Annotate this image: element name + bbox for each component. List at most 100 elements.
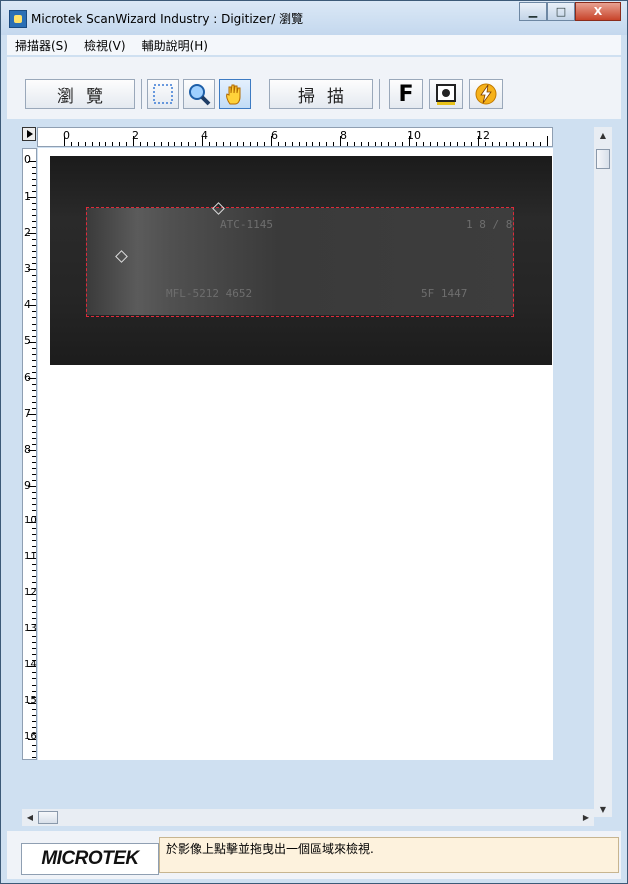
ruler-tick [188,142,190,146]
ruler-tick [28,305,36,307]
ruler-tick [32,251,36,253]
ruler-tick [547,136,548,146]
ruler-tick [505,142,507,146]
ruler-tick [526,142,528,146]
filter-label: F [398,81,414,107]
ruler-tick [409,136,410,146]
ruler-tick [533,142,535,146]
ruler-label: 5 [24,334,31,347]
ruler-tick [208,142,210,146]
ruler-tick [32,359,36,361]
filter-button[interactable]: F [389,79,423,109]
ruler-label: 6 [271,129,278,142]
ruler-tick [32,455,36,457]
vertical-ruler: 0 1 2 3 4 5 6 7 8 9 10 11 12 13 14 15 16 [22,148,37,760]
ruler-tick [32,281,36,283]
scroll-left-icon[interactable]: ◀ [22,809,38,826]
ruler-tick [32,461,36,463]
ruler-tick [519,142,521,146]
ruler-tick [491,142,493,146]
ruler-tick [32,263,36,265]
ruler-tick [346,142,348,146]
ruler-tick [277,142,279,146]
ruler-tick [195,142,197,146]
ruler-tick [32,365,36,367]
toolbar-divider [379,79,380,109]
ruler-tick [32,275,36,277]
hand-tool-button[interactable] [219,79,251,109]
ruler-tick [153,142,155,146]
vertical-scroll-thumb[interactable] [596,149,610,169]
title-bar[interactable]: Microtek ScanWizard Industry : Digitizer… [1,1,627,35]
menu-scanner[interactable]: 掃描器(S) [7,37,76,54]
ruler-tick [119,142,121,146]
zoom-tool-button[interactable] [183,79,215,109]
ruler-tick [28,233,36,235]
ruler-tick [478,136,479,146]
ruler-tick [28,449,36,451]
menu-view[interactable]: 檢視(V) [76,37,134,54]
ruler-tick [32,534,36,535]
ruler-tick [32,287,36,289]
ruler-unit-button[interactable] [22,127,36,141]
ruler-tick [28,702,36,704]
ruler-tick [32,389,36,391]
menu-help[interactable]: 輔助說明(H) [134,37,216,54]
ruler-tick [319,142,321,146]
ruler-tick [28,485,36,487]
horizontal-scrollbar[interactable]: ◀ ▶ [22,809,594,826]
ruler-tick [264,142,266,146]
horizontal-scroll-thumb[interactable] [38,811,58,824]
vertical-scrollbar[interactable]: ▲ ▼ [594,127,612,817]
ruler-tick [32,335,36,337]
scroll-down-icon[interactable]: ▼ [594,801,612,817]
ruler-tick [202,136,203,146]
ruler-tick [32,714,36,716]
ruler-tick [381,142,383,146]
ruler-tick [236,142,238,146]
ruler-tick [28,738,36,740]
ruler-tick [32,546,36,548]
ruler-tick [28,269,36,271]
quick-scan-button[interactable] [469,79,503,109]
marquee-icon [153,84,173,104]
scan-button[interactable]: 掃描 [269,79,373,109]
ruler-tick [291,142,293,146]
ruler-tick [32,353,36,355]
ruler-tick [32,425,36,427]
selection-marquee[interactable] [86,202,514,317]
status-message: 於影像上點擊並拖曳出一個區域來檢視. [159,837,619,873]
ruler-tick [215,142,217,146]
settings-button[interactable] [429,79,463,109]
ruler-tick [28,594,36,596]
close-button[interactable]: X [575,2,621,21]
ruler-tick [32,407,36,409]
ruler-tick [32,552,36,554]
scroll-up-icon[interactable]: ▲ [594,127,612,143]
ruler-tick [360,142,362,146]
ruler-tick [32,191,36,193]
ruler-tick [353,142,355,146]
ruler-tick [28,413,36,415]
ruler-tick [70,142,72,146]
ruler-tick [450,142,452,146]
ruler-tick [32,612,36,614]
ruler-tick [32,570,36,572]
minimize-button[interactable]: ▁ [519,2,547,21]
app-icon[interactable] [9,10,27,28]
ruler-tick [312,142,314,146]
maximize-button[interactable]: □ [547,2,575,21]
ruler-tick [402,142,404,146]
ruler-tick [243,142,245,146]
ruler-tick [98,142,100,146]
scroll-right-icon[interactable]: ▶ [578,809,594,826]
preview-button[interactable]: 瀏覽 [25,79,135,109]
ruler-tick [77,142,79,146]
marquee-tool-button[interactable] [147,79,179,109]
ruler-tick [32,678,36,680]
ruler-tick [32,479,36,481]
ruler-tick [32,437,36,439]
preview-canvas[interactable]: ATC-1145 1 8 / 8 MFL-5212 4652 5F 1447 [38,148,553,760]
ruler-tick [32,293,36,295]
ruler-tick [32,239,36,241]
